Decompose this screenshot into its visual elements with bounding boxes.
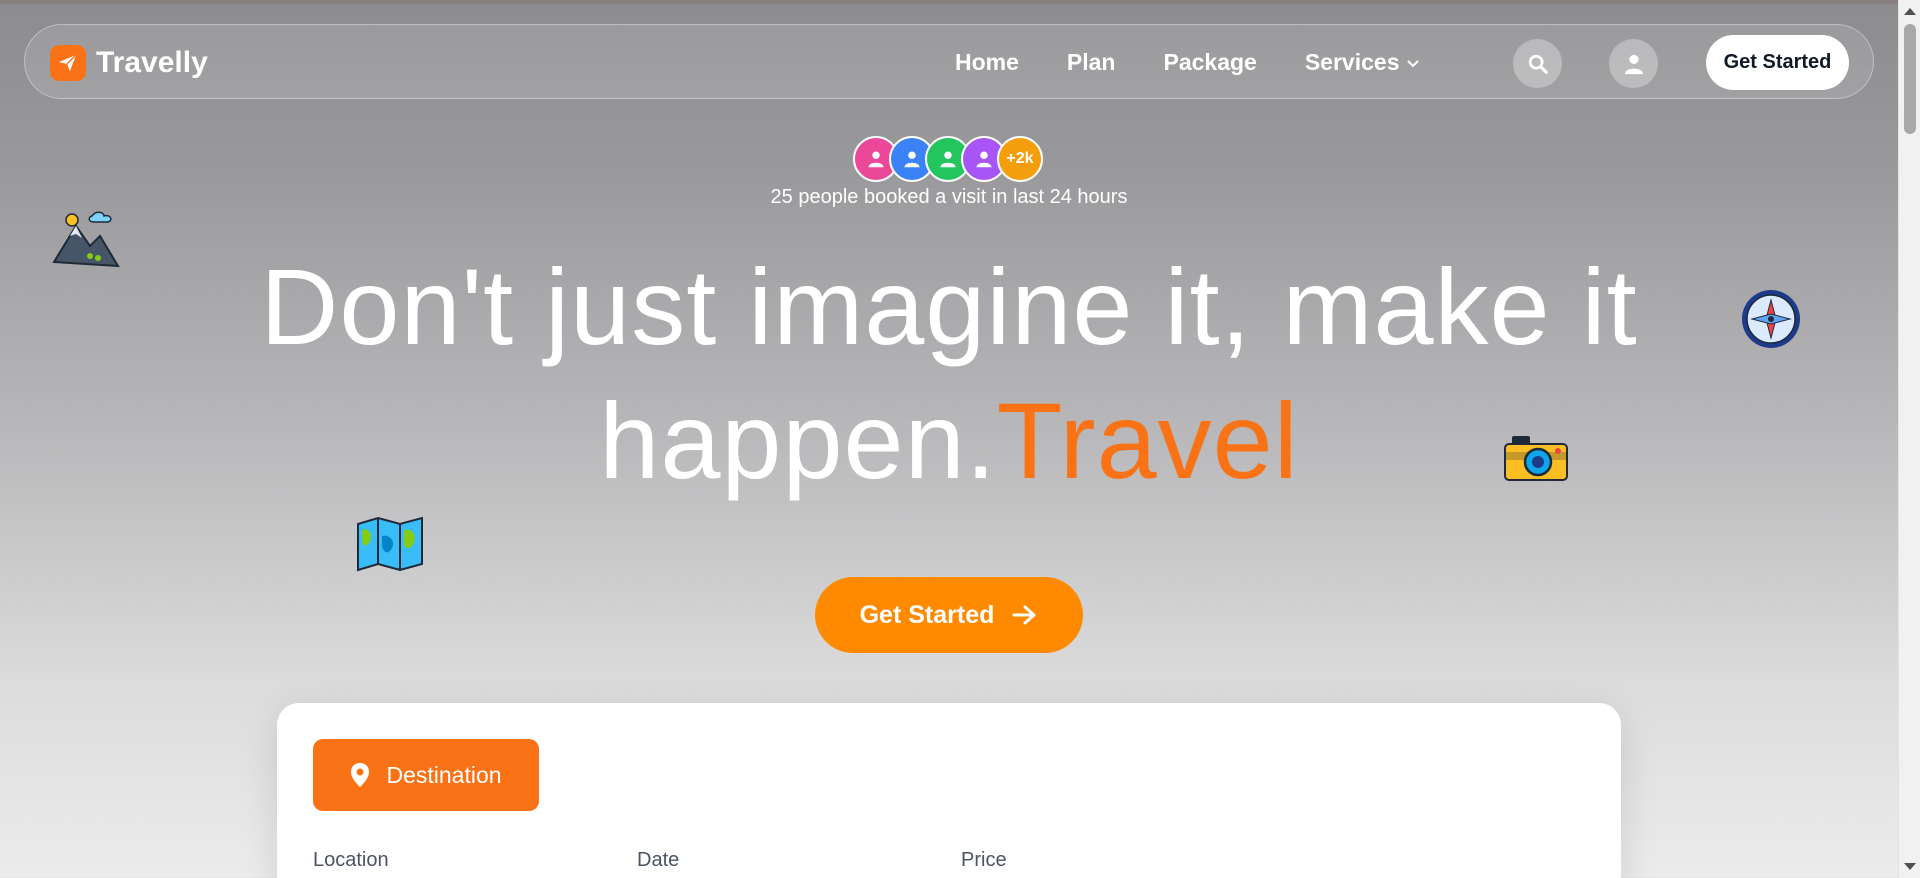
nav-home[interactable]: Home: [955, 49, 1019, 76]
camera-icon: [1502, 432, 1570, 493]
nav-plan[interactable]: Plan: [1067, 49, 1116, 76]
window-top-strip: [0, 0, 1898, 4]
account-button[interactable]: [1609, 39, 1658, 88]
destination-tab-label: Destination: [386, 761, 502, 788]
brand[interactable]: Travelly: [50, 45, 208, 81]
price-label: Price: [961, 849, 1007, 871]
scroll-up-arrow[interactable]: [1904, 8, 1916, 15]
destination-tab[interactable]: Destination: [313, 739, 539, 811]
scroll-down-arrow[interactable]: [1904, 863, 1916, 870]
nav-get-started-button[interactable]: Get Started: [1706, 35, 1849, 90]
location-label: Location: [313, 849, 389, 871]
headline-accent: Travel: [996, 380, 1299, 501]
search-button[interactable]: [1513, 39, 1562, 88]
user-icon: [904, 151, 920, 168]
hero-headline: Don't just imagine it, make it happen.Tr…: [0, 240, 1898, 508]
user-icon: [868, 151, 884, 168]
headline-line-2: happen.Travel: [0, 374, 1898, 508]
brand-name: Travelly: [96, 46, 208, 79]
search-icon: [1528, 54, 1548, 74]
hero-cta-label: Get Started: [859, 600, 995, 629]
nav-package[interactable]: Package: [1163, 49, 1256, 76]
nav-services[interactable]: Services: [1305, 49, 1422, 76]
booking-panel: Destination Location Date Price: [277, 703, 1621, 878]
map-icon: [356, 516, 424, 577]
nav-services-label: Services: [1304, 49, 1400, 75]
headline-line-1: Don't just imagine it, make it: [260, 246, 1638, 367]
date-label: Date: [637, 849, 680, 871]
nav-links: Home Plan Package Services: [955, 49, 1421, 76]
mountain-icon: [52, 206, 124, 277]
user-icon: [1624, 54, 1643, 74]
headline-line-2-text: happen.: [599, 380, 997, 501]
avatar-more-count: +2k: [997, 136, 1043, 182]
hero-get-started-button[interactable]: Get Started: [815, 577, 1083, 653]
navbar: Travelly Home Plan Package Services Get …: [24, 24, 1874, 99]
more-count: +2k: [1006, 150, 1034, 167]
compass-icon: [1740, 288, 1802, 355]
chevron-down-icon: [1407, 59, 1420, 67]
avatar-stack: +2k: [853, 136, 1053, 184]
booked-text: 25 people booked a visit in last 24 hour…: [770, 186, 1128, 208]
scroll-thumb[interactable]: [1904, 24, 1916, 134]
scrollbar[interactable]: [1898, 0, 1920, 878]
arrow-right-icon: [1012, 605, 1036, 625]
location-pin-icon: [351, 763, 370, 787]
paper-plane-icon: [50, 45, 86, 81]
user-icon: [976, 151, 992, 168]
user-icon: [940, 151, 956, 168]
